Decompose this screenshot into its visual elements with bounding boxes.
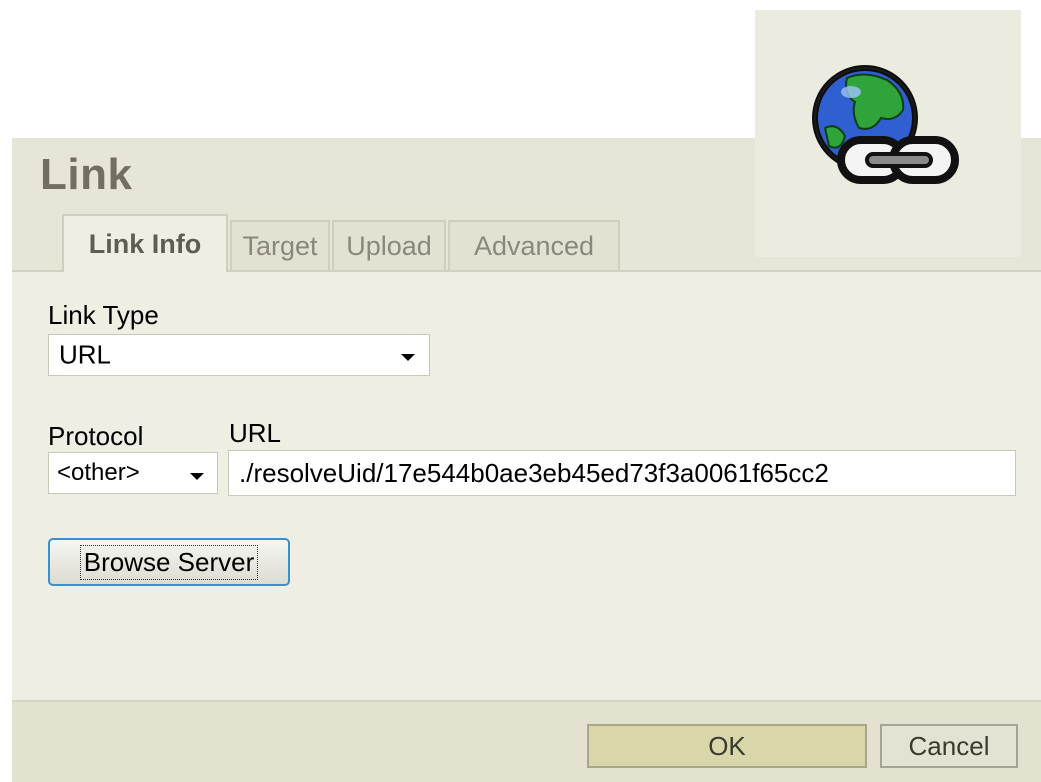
tab-target[interactable]: Target <box>230 220 330 270</box>
tab-upload[interactable]: Upload <box>332 220 446 270</box>
browse-server-label: Browse Server <box>79 544 259 580</box>
dialog-icon-panel <box>755 10 1021 257</box>
globe-link-icon <box>812 65 959 184</box>
chevron-down-icon <box>190 473 204 480</box>
link-type-select[interactable]: URL <box>48 334 430 376</box>
dialog-title: Link <box>40 150 133 199</box>
protocol-select[interactable]: <other> <box>48 452 218 494</box>
tab-advanced[interactable]: Advanced <box>448 220 620 270</box>
url-label: URL <box>229 418 282 448</box>
protocol-label: Protocol <box>48 421 144 451</box>
url-input[interactable]: ./resolveUid/17e544b0ae3eb45ed73f3a0061f… <box>228 450 1016 496</box>
cancel-button[interactable]: Cancel <box>880 724 1018 768</box>
chevron-down-icon <box>401 354 415 361</box>
ok-button[interactable]: OK <box>587 724 867 768</box>
link-type-label: Link Type <box>48 300 159 330</box>
link-type-value: URL <box>59 339 112 370</box>
tab-link-info[interactable]: Link Info <box>62 214 228 272</box>
protocol-value: <other> <box>57 459 140 486</box>
browse-server-button[interactable]: Browse Server <box>48 538 290 586</box>
